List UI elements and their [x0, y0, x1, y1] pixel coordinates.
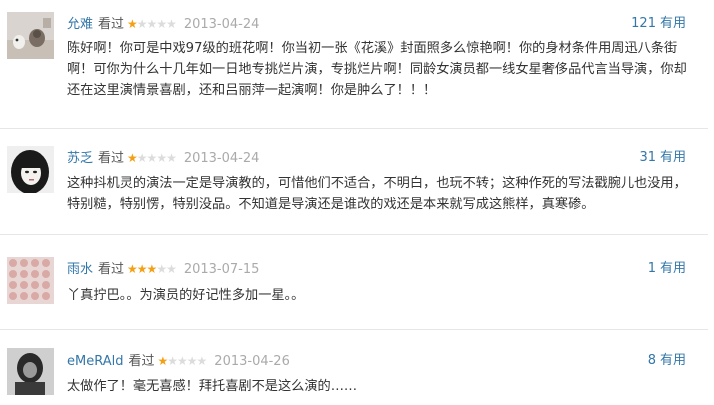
useful-link[interactable]: 有用: [660, 150, 686, 165]
watched-label: 看过: [98, 262, 125, 277]
username-link[interactable]: 允难: [67, 17, 93, 32]
useful-vote[interactable]: 1 有用: [648, 259, 686, 279]
rating-stars: ★★★★★: [127, 262, 177, 276]
useful-vote[interactable]: 8 有用: [648, 351, 686, 371]
useful-link[interactable]: 有用: [660, 353, 686, 368]
review-content: 太做作了！毫无喜感！拜托喜剧不是这么演的……: [67, 379, 358, 394]
avatar[interactable]: [7, 12, 54, 59]
review-item: 雨水 看过 ★★★★★ 2013-07-15 1 有用 丫真拧巴。。为演员的好记性多加一…: [0, 235, 714, 329]
review-item: 苏乏 看过 ★★★★★ 2013-04-24 31 有用 这种抖机灵的演法一定是导演教的…: [0, 129, 714, 234]
review-meta: eMeRAld 看过 ★★★★★ 2013-04-26: [67, 351, 290, 371]
username-link[interactable]: 雨水: [67, 262, 93, 277]
review-date: 2013-04-24: [183, 17, 260, 32]
review-content: 陈好啊！你可是中戏97级的班花啊！你当初一张《花溪》封面照多么惊艳啊！你的身材条…: [67, 41, 687, 98]
rating-stars: ★★★★★: [157, 354, 208, 368]
rating-stars: ★★★★★: [127, 17, 177, 31]
review-item: eMeRAld 看过 ★★★★★ 2013-04-26 8 有用 太做作了！毫无喜感！拜…: [0, 330, 714, 405]
useful-count: 8: [647, 353, 656, 368]
watched-label: 看过: [98, 17, 125, 32]
avatar[interactable]: [7, 348, 54, 395]
rating-stars: ★★★★★: [127, 151, 177, 165]
review-content: 丫真拧巴。。为演员的好记性多加一星。。: [67, 288, 305, 303]
watched-label: 看过: [98, 151, 125, 166]
review-date: 2013-07-15: [183, 262, 260, 277]
useful-vote[interactable]: 121 有用: [631, 14, 686, 34]
useful-count: 31: [639, 150, 656, 165]
useful-link[interactable]: 有用: [660, 261, 686, 276]
review-meta: 允难 看过 ★★★★★ 2013-04-24: [67, 14, 259, 34]
review-item: 允难 看过 ★★★★★ 2013-04-24 121 有用 陈好啊！你可是中戏97级的班…: [0, 0, 714, 128]
review-date: 2013-04-24: [183, 151, 260, 166]
review-date: 2013-04-26: [214, 354, 290, 369]
review-meta: 雨水 看过 ★★★★★ 2013-07-15: [67, 259, 259, 279]
useful-link[interactable]: 有用: [660, 16, 686, 31]
username-link[interactable]: 苏乏: [67, 151, 93, 166]
watched-label: 看过: [128, 354, 155, 369]
review-content: 这种抖机灵的演法一定是导演教的，可惜他们不适合，不明白，也玩不转；这种作死的写法…: [67, 176, 687, 212]
username-link[interactable]: eMeRAld: [67, 354, 123, 369]
review-meta: 苏乏 看过 ★★★★★ 2013-04-24: [67, 148, 259, 168]
useful-count: 121: [631, 16, 656, 31]
useful-vote[interactable]: 31 有用: [639, 148, 686, 168]
avatar[interactable]: [7, 146, 54, 193]
useful-count: 1: [647, 261, 656, 276]
avatar[interactable]: [7, 257, 54, 304]
